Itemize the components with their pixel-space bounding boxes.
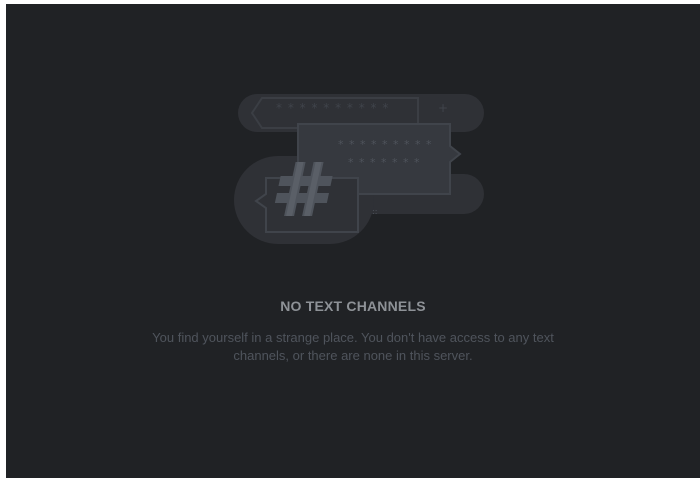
no-text-channels-view: * * * * * * * * * * + * * * * * * * * * … — [6, 4, 700, 478]
empty-state-description: You find yourself in a strange place. Yo… — [152, 330, 554, 363]
svg-text:* * * * * * * * * *: * * * * * * * * * * — [276, 101, 389, 115]
svg-text:+: + — [438, 101, 448, 115]
svg-text:::: :: — [372, 207, 377, 216]
empty-state-title: NO TEXT CHANNELS — [280, 298, 426, 314]
no-text-channels-illustration: * * * * * * * * * * + * * * * * * * * * … — [234, 94, 484, 244]
svg-text:* * * * * * *: * * * * * * * — [348, 156, 420, 169]
svg-text:* * * * * * * * *: * * * * * * * * * — [338, 138, 432, 151]
